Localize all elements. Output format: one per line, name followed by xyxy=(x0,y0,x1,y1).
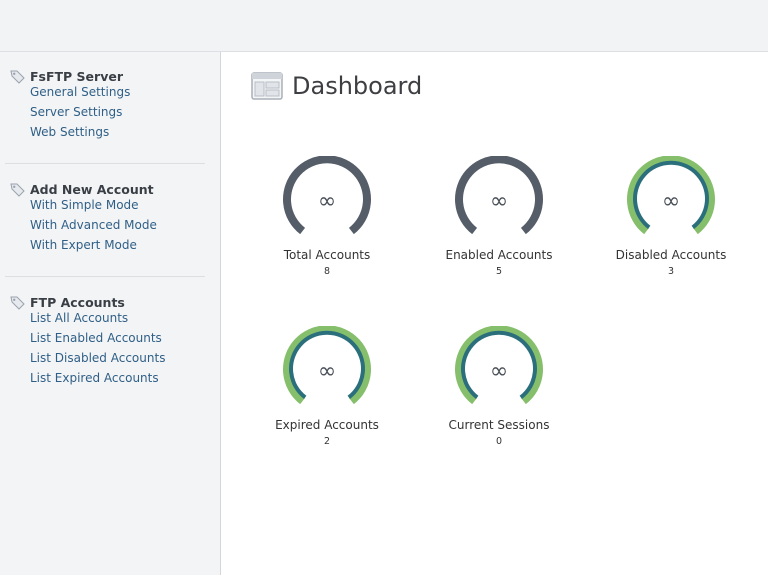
gauge-label: Expired Accounts xyxy=(275,418,379,432)
gauge-enabled-accounts: ∞ Enabled Accounts 5 xyxy=(419,156,579,280)
tag-icon xyxy=(10,70,25,84)
gauge-total-accounts: ∞ Total Accounts 8 xyxy=(247,156,407,280)
sidebar-item-general-settings[interactable]: General Settings xyxy=(30,82,130,102)
gauge-dial-icon: ∞ xyxy=(455,326,543,405)
sidebar-item-advanced-mode[interactable]: With Advanced Mode xyxy=(30,215,157,235)
sidebar-section-items: With Simple Mode With Advanced Mode With… xyxy=(30,195,157,255)
gauge-label: Current Sessions xyxy=(448,418,550,432)
tag-icon xyxy=(10,183,25,197)
sidebar-item-expert-mode[interactable]: With Expert Mode xyxy=(30,235,157,255)
gauge-value: 8 xyxy=(323,266,331,277)
gauge-dial-icon: ∞ xyxy=(283,326,371,405)
gauge-dial-icon: ∞ xyxy=(455,156,543,235)
gauge-disabled-accounts: ∞ Disabled Accounts 3 xyxy=(591,156,751,280)
page-header: Dashboard xyxy=(251,72,422,100)
gauge-dial-icon: ∞ xyxy=(283,156,371,235)
sidebar-item-list-all-accounts[interactable]: List All Accounts xyxy=(30,308,165,328)
gauge-value: 3 xyxy=(667,266,675,277)
gauge-dial-icon: ∞ xyxy=(627,156,715,235)
gauge-expired-accounts: ∞ Expired Accounts 2 xyxy=(247,326,407,450)
sidebar: FsFTP Server General Settings Server Set… xyxy=(0,52,221,575)
gauge-current-sessions: ∞ Current Sessions 0 xyxy=(419,326,579,450)
gauge-label: Total Accounts xyxy=(283,248,371,262)
sidebar-section-items: List All Accounts List Enabled Accounts … xyxy=(30,308,165,388)
gauge-label: Enabled Accounts xyxy=(445,248,553,262)
sidebar-section-items: General Settings Server Settings Web Set… xyxy=(30,82,130,142)
sidebar-item-web-settings[interactable]: Web Settings xyxy=(30,122,130,142)
sidebar-item-list-expired-accounts[interactable]: List Expired Accounts xyxy=(30,368,165,388)
gauge-symbol: ∞ xyxy=(662,189,680,214)
gauge-label: Disabled Accounts xyxy=(615,248,727,262)
top-bar xyxy=(0,0,768,52)
gauge-symbol: ∞ xyxy=(490,359,508,384)
sidebar-divider xyxy=(5,163,205,164)
gauge-symbol: ∞ xyxy=(490,189,508,214)
gauge-symbol: ∞ xyxy=(318,189,336,214)
sidebar-item-list-enabled-accounts[interactable]: List Enabled Accounts xyxy=(30,328,165,348)
gauge-value: 0 xyxy=(495,436,503,447)
sidebar-divider xyxy=(5,276,205,277)
sidebar-item-server-settings[interactable]: Server Settings xyxy=(30,102,130,122)
gauge-value: 2 xyxy=(323,436,331,447)
tag-icon xyxy=(10,296,25,310)
sidebar-item-list-disabled-accounts[interactable]: List Disabled Accounts xyxy=(30,348,165,368)
dashboard-window-icon xyxy=(251,72,283,100)
gauge-symbol: ∞ xyxy=(318,359,336,384)
main-content: Dashboard ∞ Total Accounts 8 ∞ Enabled A… xyxy=(221,52,768,575)
gauge-value: 5 xyxy=(495,266,503,277)
page-title: Dashboard xyxy=(292,72,423,100)
sidebar-item-simple-mode[interactable]: With Simple Mode xyxy=(30,195,157,215)
